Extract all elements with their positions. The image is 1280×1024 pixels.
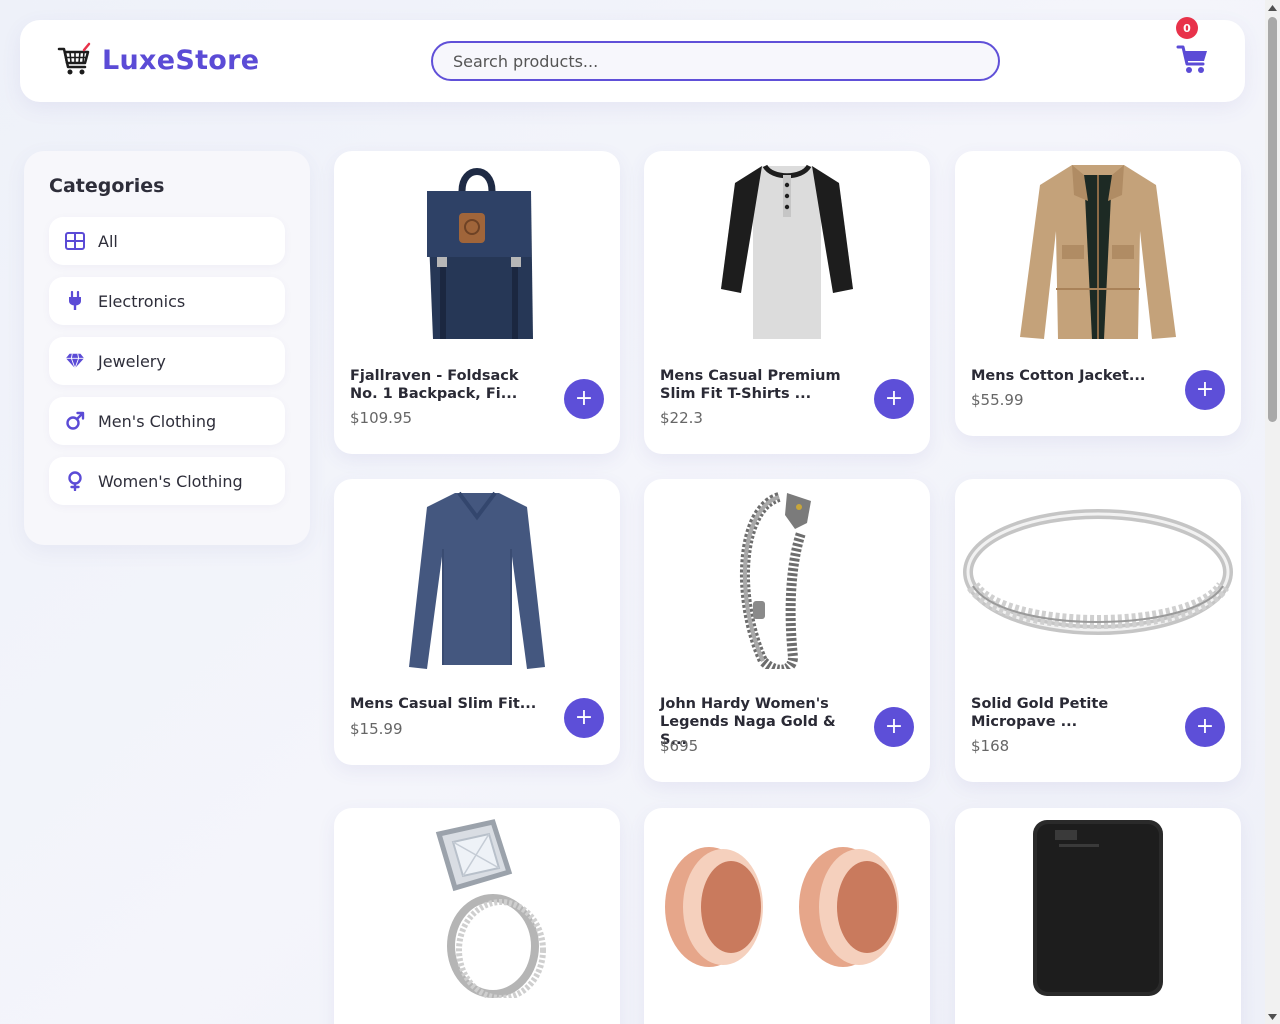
shopping-cart-logo-icon	[57, 42, 91, 75]
product-image-dragon-bracelet	[644, 489, 930, 669]
venus-icon	[65, 471, 85, 491]
product-price: $15.99	[350, 720, 403, 738]
product-image-halo-ring-set	[334, 818, 620, 998]
categories-sidebar: Categories All Electronics Jewelery Men'…	[24, 151, 310, 545]
product-image-backpack	[334, 161, 620, 341]
cart-count-badge: 0	[1176, 17, 1198, 39]
add-to-cart-button[interactable]: +	[874, 707, 914, 747]
product-card[interactable]: Mens Casual Slim Fit... $15.99 +	[334, 479, 620, 765]
logo[interactable]: LuxeStore	[56, 42, 259, 78]
product-image-henley-shirt	[644, 161, 930, 341]
product-price: $109.95	[350, 409, 413, 427]
product-name[interactable]: Mens Casual Slim Fit...	[350, 695, 550, 713]
scroll-down-arrow-icon[interactable]	[1265, 1009, 1280, 1024]
scrollbar-thumb[interactable]	[1268, 17, 1277, 422]
category-label: Women's Clothing	[98, 471, 243, 491]
gem-icon	[65, 351, 85, 371]
add-to-cart-button[interactable]: +	[1185, 707, 1225, 747]
grid-icon	[65, 231, 85, 251]
product-card[interactable]	[955, 808, 1241, 1024]
product-image-silver-band-ring	[955, 489, 1241, 669]
category-label: Jewelery	[98, 351, 166, 371]
header: LuxeStore	[20, 20, 1245, 102]
product-card[interactable]: Mens Cotton Jacket... $55.99 +	[955, 151, 1241, 436]
category-jewelery[interactable]: Jewelery	[49, 337, 285, 385]
product-card[interactable]: Solid Gold Petite Micropave ... $168 +	[955, 479, 1241, 782]
product-card[interactable]: Fjallraven - Foldsack No. 1 Backpack, Fi…	[334, 151, 620, 454]
product-price: $168	[971, 737, 1010, 755]
category-womens-clothing[interactable]: Women's Clothing	[49, 457, 285, 505]
product-name[interactable]: Fjallraven - Foldsack No. 1 Backpack, Fi…	[350, 367, 550, 403]
product-price: $55.99	[971, 391, 1024, 409]
scroll-up-arrow-icon[interactable]	[1265, 0, 1280, 15]
category-label: Men's Clothing	[98, 411, 217, 431]
product-price: $695	[660, 737, 699, 755]
cart-icon[interactable]	[1176, 42, 1210, 76]
category-all[interactable]: All	[49, 217, 285, 265]
add-to-cart-button[interactable]: +	[564, 698, 604, 738]
product-name[interactable]: Solid Gold Petite Micropave ...	[971, 695, 1171, 731]
product-name[interactable]: Mens Casual Premium Slim Fit T-Shirts ..…	[660, 367, 860, 403]
product-image-long-sleeve-shirt	[334, 489, 620, 669]
category-label: All	[98, 231, 118, 251]
product-card[interactable]: John Hardy Women's Legends Naga Gold & S…	[644, 479, 930, 782]
category-mens-clothing[interactable]: Men's Clothing	[49, 397, 285, 445]
product-image-external-hard-drive	[955, 818, 1241, 998]
product-name[interactable]: Mens Cotton Jacket...	[971, 367, 1171, 385]
product-card[interactable]	[644, 808, 930, 1024]
add-to-cart-button[interactable]: +	[874, 379, 914, 419]
plug-icon	[65, 291, 85, 311]
page-scrollbar[interactable]	[1265, 0, 1280, 1024]
add-to-cart-button[interactable]: +	[564, 379, 604, 419]
category-label: Electronics	[98, 291, 186, 311]
mars-icon	[65, 411, 85, 431]
brand-name: LuxeStore	[102, 44, 260, 76]
sidebar-title: Categories	[49, 175, 165, 197]
product-image-rose-gold-plugs	[644, 818, 930, 998]
category-electronics[interactable]: Electronics	[49, 277, 285, 325]
product-card[interactable]	[334, 808, 620, 1024]
product-price: $22.3	[660, 409, 703, 427]
product-card[interactable]: Mens Casual Premium Slim Fit T-Shirts ..…	[644, 151, 930, 454]
add-to-cart-button[interactable]: +	[1185, 370, 1225, 410]
product-image-cotton-jacket	[955, 161, 1241, 341]
search-input[interactable]	[431, 41, 1000, 81]
